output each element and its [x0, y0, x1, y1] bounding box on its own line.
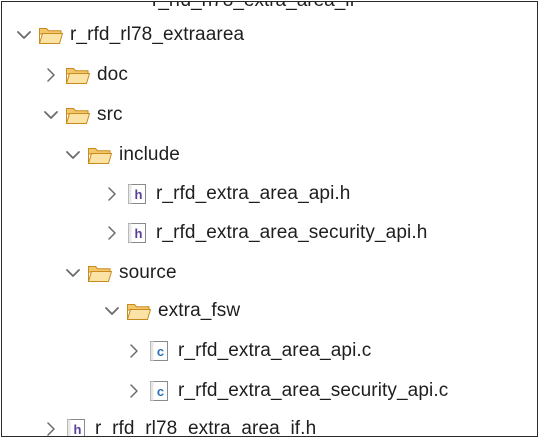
c-source-file-icon: c — [148, 340, 170, 362]
tree-item-label: r_rfd_rl78_extraarea — [70, 24, 245, 45]
chevron-down-icon[interactable] — [65, 265, 81, 281]
tree-item-label: src — [97, 104, 123, 125]
h-header-file-icon: h — [65, 418, 87, 437]
tree-item-label: r_rfd_extra_area_api.h — [156, 183, 351, 204]
h-header-file-icon: h — [126, 183, 148, 205]
svg-text:h: h — [135, 187, 143, 202]
tree-item-label: include — [119, 144, 180, 165]
tree-item-r-rfd-extra-area-api-h[interactable]: h r_rfd_extra_area_api.h — [104, 179, 350, 209]
h-header-file-icon: h — [126, 222, 148, 244]
tree-item-label: r_rfd_rl78_extra_area_if.h — [95, 418, 317, 437]
chevron-right-icon[interactable] — [104, 225, 120, 241]
folder-icon — [87, 262, 113, 284]
tree-item-include[interactable]: include — [65, 140, 180, 170]
tree-item-label: r_rfd_extra_area_api.c — [178, 340, 372, 361]
tree-item-label: source — [119, 262, 177, 283]
folder-icon — [65, 104, 91, 126]
chevron-down-icon[interactable] — [16, 27, 32, 43]
svg-text:c: c — [157, 384, 164, 399]
svg-text:h: h — [74, 422, 82, 437]
tree-item-label: extra_fsw — [158, 300, 241, 321]
tree-item-label: r_rfd_extra_area_security_api.c — [178, 380, 449, 401]
clipped-top-row-text: r_rfd_rl78_extra_area_if — [152, 2, 355, 12]
svg-text:c: c — [157, 344, 164, 359]
chevron-right-icon[interactable] — [43, 67, 59, 83]
tree-item-source[interactable]: source — [65, 258, 177, 288]
c-source-file-icon: c — [148, 380, 170, 402]
folder-icon — [65, 64, 91, 86]
tree-item-label: r_rfd_extra_area_security_api.h — [156, 222, 428, 243]
chevron-down-icon[interactable] — [43, 107, 59, 123]
tree-item-src[interactable]: src — [43, 100, 123, 130]
tree-item-label: doc — [97, 64, 128, 85]
chevron-down-icon[interactable] — [65, 147, 81, 163]
folder-icon — [126, 300, 152, 322]
tree-item-r-rfd-rl78-extra-area-if-h[interactable]: h r_rfd_rl78_extra_area_if.h — [43, 414, 317, 437]
svg-text:h: h — [135, 226, 143, 241]
chevron-down-icon[interactable] — [104, 303, 120, 319]
project-explorer-tree: r_rfd_rl78_extra_area_if r_rfd_rl78_extr… — [1, 1, 538, 437]
tree-item-r-rfd-rl78-extraarea[interactable]: r_rfd_rl78_extraarea — [16, 20, 244, 50]
chevron-right-icon[interactable] — [126, 343, 142, 359]
folder-icon — [38, 24, 64, 46]
tree-item-r-rfd-extra-area-security-api-h[interactable]: h r_rfd_extra_area_security_api.h — [104, 218, 427, 248]
tree-item-doc[interactable]: doc — [43, 60, 128, 90]
tree-item-r-rfd-extra-area-security-api-c[interactable]: c r_rfd_extra_area_security_api.c — [126, 376, 448, 406]
chevron-right-icon[interactable] — [126, 383, 142, 399]
tree-item-r-rfd-extra-area-api-c[interactable]: c r_rfd_extra_area_api.c — [126, 336, 371, 366]
chevron-right-icon[interactable] — [104, 186, 120, 202]
tree-item-extra-fsw[interactable]: extra_fsw — [104, 296, 240, 326]
chevron-right-icon[interactable] — [43, 421, 59, 436]
folder-icon — [87, 144, 113, 166]
